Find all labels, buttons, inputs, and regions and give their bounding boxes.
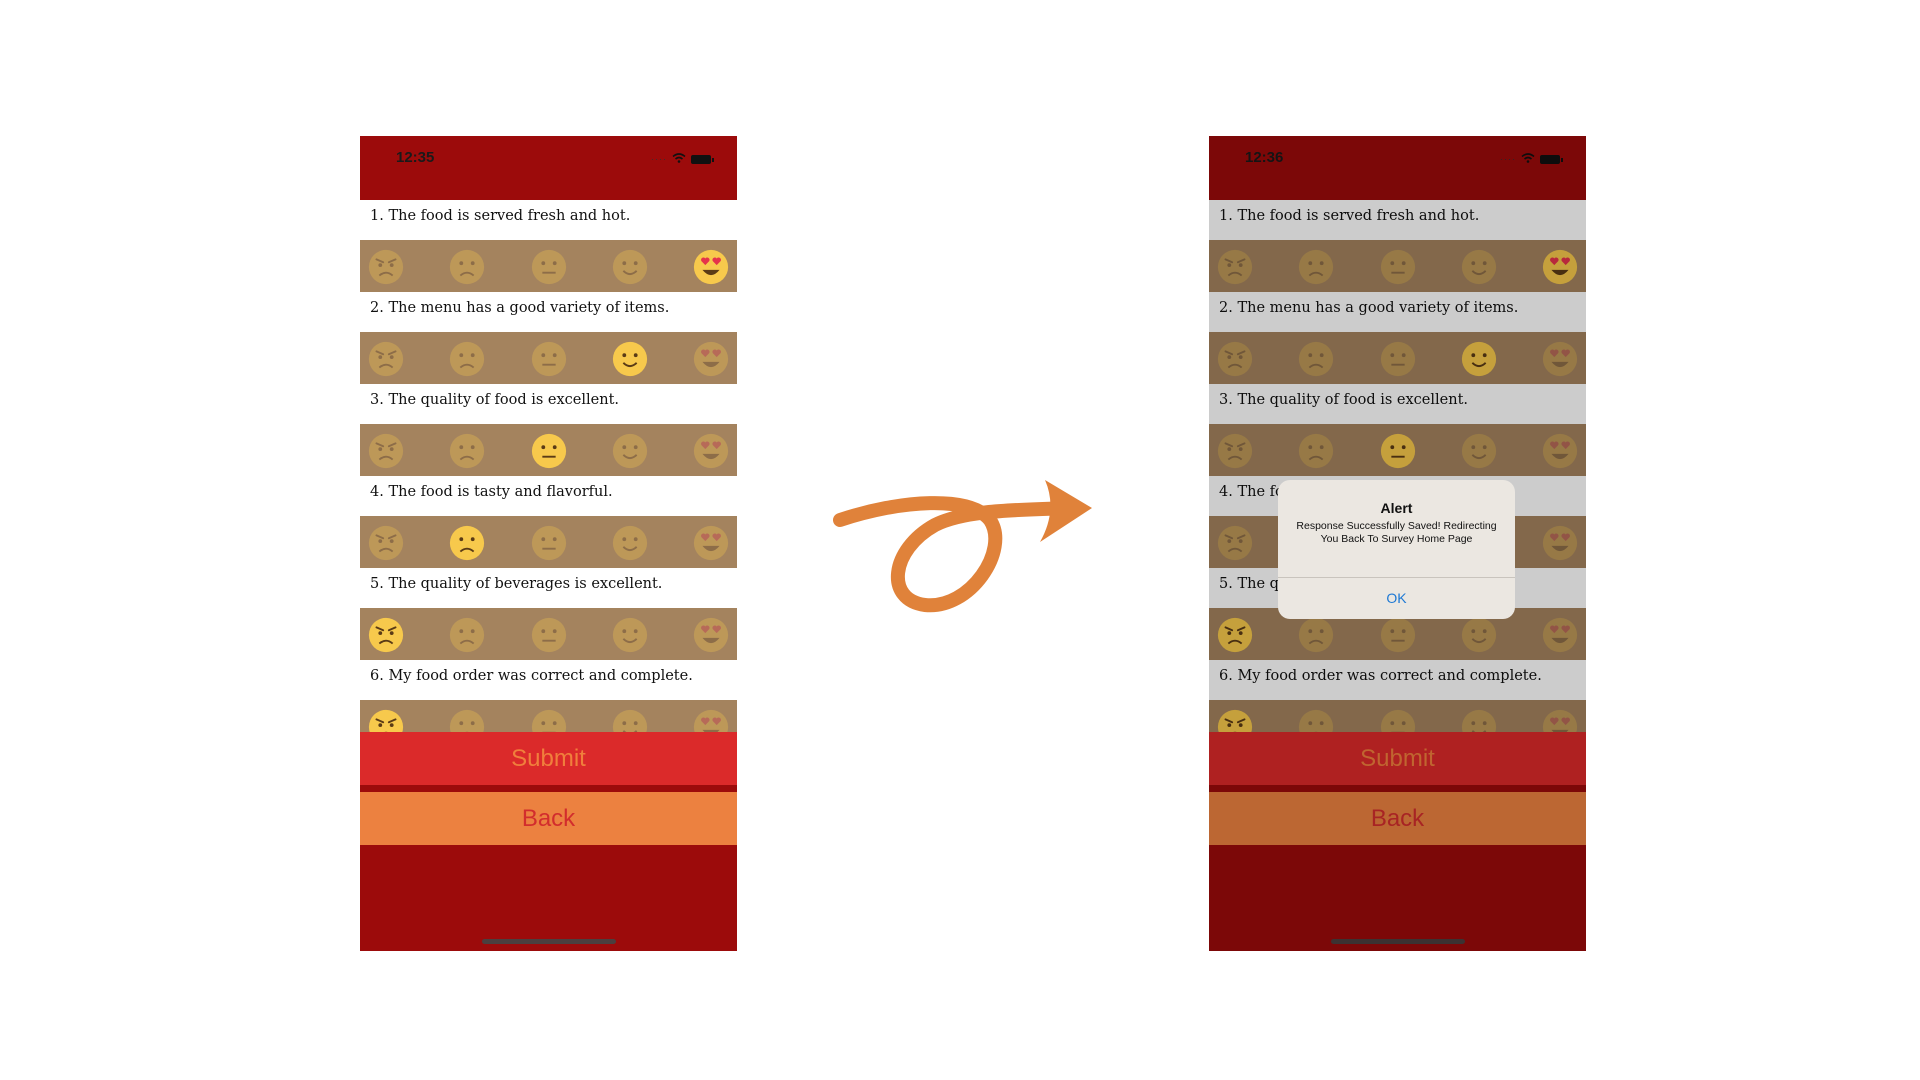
neutral-face-icon[interactable]	[530, 524, 568, 562]
angry-face-icon[interactable]	[367, 340, 405, 378]
alert-dialog: Alert Response Successfully Saved! Redire…	[1278, 480, 1515, 619]
wifi-icon	[672, 150, 686, 168]
back-button[interactable]: Back	[360, 792, 737, 845]
heart-eyes-face-icon[interactable]	[692, 432, 730, 470]
question-label: 1. The food is served fresh and hot.	[360, 200, 737, 240]
emoji-rating-row	[360, 240, 737, 293]
alert-message: Response Successfully Saved! Redirecting…	[1296, 520, 1497, 545]
neutral-face-icon[interactable]	[530, 616, 568, 654]
submit-button[interactable]: Submit	[360, 732, 737, 785]
alert-title: Alert	[1380, 500, 1413, 516]
angry-face-icon[interactable]	[367, 616, 405, 654]
neutral-face-icon[interactable]	[530, 432, 568, 470]
cellular-dots-icon: ····	[651, 154, 667, 164]
question-label: 6. My food order was correct and complet…	[360, 660, 737, 700]
emoji-rating-row	[360, 424, 737, 477]
emoji-rating-row	[360, 516, 737, 569]
question-label: 4. The food is tasty and flavorful.	[360, 476, 737, 516]
emoji-rating-row	[360, 332, 737, 385]
smiling-face-icon[interactable]	[611, 524, 649, 562]
alert-ok-button[interactable]: OK	[1278, 578, 1515, 619]
heart-eyes-face-icon[interactable]	[692, 616, 730, 654]
question-label: 5. The quality of beverages is excellent…	[360, 568, 737, 608]
phone-screen-before: 12:35 ···· 1. The food is served fresh and…	[360, 136, 737, 951]
battery-icon	[691, 154, 714, 164]
angry-face-icon[interactable]	[367, 432, 405, 470]
status-bar: 12:35 ····	[360, 136, 737, 200]
frowning-face-icon[interactable]	[448, 248, 486, 286]
smiling-face-icon[interactable]	[611, 616, 649, 654]
curly-arrow-icon	[833, 480, 1092, 613]
home-indicator	[482, 939, 616, 944]
neutral-face-icon[interactable]	[530, 248, 568, 286]
smiling-face-icon[interactable]	[611, 432, 649, 470]
frowning-face-icon[interactable]	[448, 340, 486, 378]
status-icons: ····	[651, 150, 714, 168]
frowning-face-icon[interactable]	[448, 432, 486, 470]
smiling-face-icon[interactable]	[611, 340, 649, 378]
status-time: 12:35	[396, 149, 435, 166]
frowning-face-icon[interactable]	[448, 616, 486, 654]
frowning-face-icon[interactable]	[448, 524, 486, 562]
heart-eyes-face-icon[interactable]	[692, 248, 730, 286]
angry-face-icon[interactable]	[367, 524, 405, 562]
question-label: 2. The menu has a good variety of items.	[360, 292, 737, 332]
heart-eyes-face-icon[interactable]	[692, 524, 730, 562]
angry-face-icon[interactable]	[367, 248, 405, 286]
smiling-face-icon[interactable]	[611, 248, 649, 286]
phone-screen-after: 12:36 ···· 1. The food is served fresh and…	[1209, 136, 1586, 951]
question-label: 3. The quality of food is excellent.	[360, 384, 737, 424]
emoji-rating-row	[360, 608, 737, 661]
neutral-face-icon[interactable]	[530, 340, 568, 378]
heart-eyes-face-icon[interactable]	[692, 340, 730, 378]
